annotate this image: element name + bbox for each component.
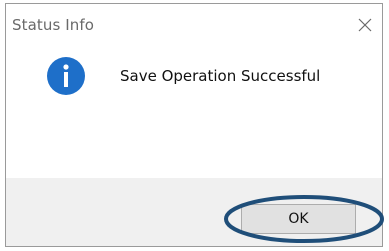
ok-button[interactable]: OK: [241, 204, 356, 234]
status-info-dialog: Status Info Save Operation Successful OK: [5, 3, 384, 247]
info-icon: [46, 56, 86, 96]
status-message: Save Operation Successful: [120, 67, 321, 85]
dialog-footer: OK: [6, 178, 384, 246]
dialog-title: Status Info: [12, 16, 95, 34]
close-icon[interactable]: [354, 14, 376, 36]
ok-button-label: OK: [288, 211, 309, 227]
